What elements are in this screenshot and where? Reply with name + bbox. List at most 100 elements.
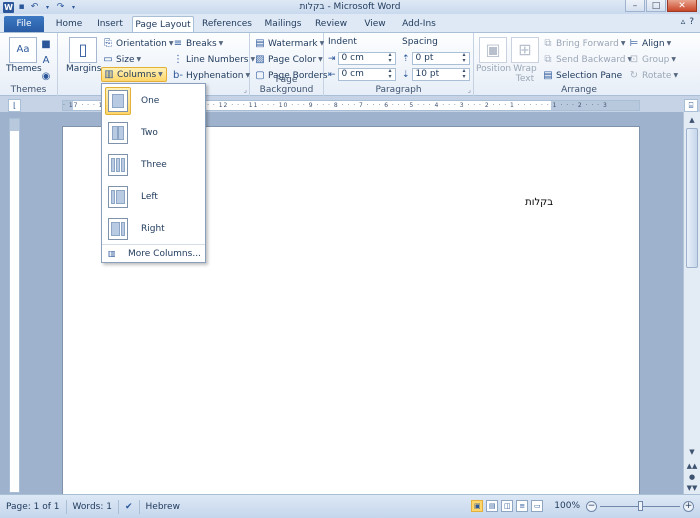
proofing-icon[interactable]: ✔	[119, 499, 140, 514]
right-column-icon	[108, 218, 128, 240]
indent-left-icon: ⇥	[328, 53, 336, 64]
indent-right-value[interactable]: 0 cm	[337, 68, 396, 81]
zoom-in-icon[interactable]: +	[683, 500, 694, 512]
more-columns-menu-item[interactable]: ▥ More Columns...	[102, 244, 205, 262]
columns-label: Columns	[117, 69, 157, 80]
page-count[interactable]: Page: 1 of 1	[0, 499, 67, 514]
columns-dropdown-menu: One Two Three Left Right ▥ More Columns.…	[101, 83, 206, 263]
theme-effects-button[interactable]: ◉	[40, 69, 52, 84]
zoom-out-icon[interactable]: −	[586, 500, 597, 512]
columns-option-left[interactable]: Left	[102, 182, 205, 212]
spacing-after-icon: ⇣	[402, 69, 410, 80]
tab-home[interactable]: Home	[50, 16, 88, 32]
save-icon[interactable]: ▪	[16, 2, 27, 13]
tab-mailings[interactable]: Mailings	[260, 16, 306, 32]
redo-icon[interactable]: ↷	[55, 2, 66, 13]
chevron-down-icon: ▼	[620, 40, 626, 47]
indent-left-value[interactable]: 0 cm	[337, 52, 396, 65]
zoom-slider-knob[interactable]	[637, 500, 643, 511]
minimize-button[interactable]: –	[625, 0, 645, 12]
outline-view-icon[interactable]: ≡	[516, 500, 529, 512]
columns-option-label: Right	[141, 224, 165, 234]
tab-view[interactable]: View	[356, 16, 394, 32]
page-color-button[interactable]: ▨ Page Color ▼	[254, 52, 323, 67]
spacing-before-field[interactable]: ⇡ 0 pt	[402, 52, 470, 65]
size-label: Size	[116, 54, 135, 65]
scroll-up-icon[interactable]: ▲	[685, 114, 699, 126]
scroll-down-icon[interactable]: ▼	[685, 446, 699, 458]
zoom-level[interactable]: 100%	[554, 501, 580, 511]
hyphenation-button[interactable]: b‑ Hyphenation ▼	[172, 68, 250, 83]
spacing-after-field[interactable]: ⇣ 10 pt	[402, 68, 470, 81]
view-ruler-icon[interactable]: ⌸	[684, 99, 698, 112]
position-button[interactable]: ▣ Position	[476, 37, 511, 74]
tab-review[interactable]: Review	[310, 16, 352, 32]
tab-references[interactable]: References	[198, 16, 256, 32]
tab-page-layout[interactable]: Page Layout	[132, 16, 194, 32]
position-icon: ▣	[479, 37, 507, 63]
word-count[interactable]: Words: 1	[67, 499, 119, 514]
draft-view-icon[interactable]: ▭	[531, 500, 544, 512]
group-label: Group	[642, 54, 670, 65]
undo-icon[interactable]: ↶	[29, 2, 40, 13]
bring-forward-button[interactable]: ⧉ Bring Forward ▼	[542, 36, 625, 51]
theme-colors-button[interactable]: ■	[40, 37, 52, 52]
arrange-group-label: Arrange	[561, 85, 597, 95]
document-text[interactable]: בקלות	[525, 197, 553, 208]
page-color-icon: ▨	[255, 53, 265, 65]
tab-add-ins[interactable]: Add-Ins	[398, 16, 440, 32]
themes-button[interactable]: Aa Themes	[6, 37, 42, 74]
rotate-button[interactable]: ↻ Rotate ▼	[628, 68, 678, 83]
indent-left-field[interactable]: ⇥ 0 cm	[328, 52, 396, 65]
vertical-scrollbar[interactable]: ▲ ▼ ▲▲ ● ▼▼	[683, 112, 700, 494]
page-setup-dialog-launcher-icon[interactable]: ⌟	[244, 86, 247, 94]
columns-option-three[interactable]: Three	[102, 150, 205, 180]
orientation-button[interactable]: ⎘ Orientation ▼	[102, 36, 173, 51]
watermark-button[interactable]: ▤ Watermark ▼	[254, 36, 324, 51]
orientation-icon: ⎘	[104, 37, 112, 49]
word-app-icon[interactable]: W	[3, 1, 14, 13]
language-indicator[interactable]: Hebrew	[140, 500, 186, 514]
send-backward-button[interactable]: ⧉ Send Backward ▼	[542, 52, 632, 67]
theme-fonts-button[interactable]: A	[40, 53, 52, 68]
group-button[interactable]: ⊡ Group ▼	[628, 52, 676, 67]
vertical-ruler[interactable]	[9, 118, 20, 493]
maximize-button[interactable]: □	[646, 0, 666, 12]
minimize-ribbon-icon[interactable]: ▵	[681, 17, 686, 27]
hyphenation-icon: b‑	[173, 69, 183, 81]
close-button[interactable]: ✕	[667, 0, 697, 12]
selection-pane-button[interactable]: ▤ Selection Pane	[542, 68, 622, 83]
scrollbar-thumb[interactable]	[686, 128, 698, 268]
themes-button-label: Themes	[6, 64, 42, 74]
indent-right-field[interactable]: ⇤ 0 cm	[328, 68, 396, 81]
spacing-before-value[interactable]: 0 pt	[411, 52, 470, 65]
columns-option-right[interactable]: Right	[102, 214, 205, 244]
margins-button[interactable]: ▯ Margins	[66, 37, 101, 74]
orientation-label: Orientation	[116, 38, 167, 49]
columns-button[interactable]: ▥ Columns ▼	[101, 67, 167, 82]
size-button[interactable]: ▭ Size ▼	[102, 52, 141, 67]
zoom-slider[interactable]	[600, 500, 680, 512]
spacing-after-value[interactable]: 10 pt	[411, 68, 470, 81]
full-screen-reading-view-icon[interactable]: ▤	[486, 500, 499, 512]
columns-option-label: Three	[141, 160, 167, 170]
rotate-label: Rotate	[642, 70, 672, 81]
columns-option-label: One	[141, 96, 160, 106]
columns-option-two[interactable]: Two	[102, 118, 205, 148]
undo-dropdown-icon[interactable]: ▾	[42, 2, 53, 13]
paragraph-dialog-launcher-icon[interactable]: ⌟	[468, 86, 471, 94]
breaks-button[interactable]: ≡ Breaks ▼	[172, 36, 223, 51]
line-numbers-button[interactable]: ⋮ Line Numbers ▼	[172, 52, 255, 67]
next-page-icon[interactable]: ▼▼	[685, 482, 699, 494]
align-button[interactable]: ⊨ Align ▼	[628, 36, 672, 51]
tab-insert[interactable]: Insert	[92, 16, 128, 32]
tab-selector-icon[interactable]: ⌊	[8, 99, 21, 112]
customize-qat-icon[interactable]: ▾	[68, 2, 79, 13]
columns-option-one[interactable]: One	[102, 86, 205, 116]
tab-file[interactable]: File	[4, 16, 44, 32]
breaks-label: Breaks	[186, 38, 217, 49]
print-layout-view-icon[interactable]: ▣	[471, 500, 484, 512]
wrap-text-button[interactable]: ⊞ Wrap Text	[510, 37, 540, 84]
help-icon[interactable]: ?	[689, 17, 694, 27]
web-layout-view-icon[interactable]: ◫	[501, 500, 514, 512]
